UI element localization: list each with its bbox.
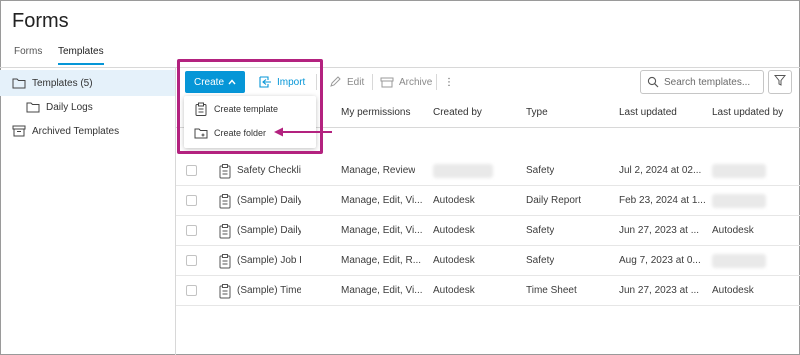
permissions-cell: Manage, Edit, R... <box>341 255 422 266</box>
created-by-cell: Autodesk <box>433 195 475 206</box>
edit-button-label: Edit <box>347 76 365 88</box>
type-cell: Safety <box>526 225 555 236</box>
toolbar-divider <box>436 74 437 90</box>
row-checkbox[interactable] <box>186 165 197 176</box>
clipboard-icon <box>218 163 232 179</box>
tab-bar: Forms Templates <box>0 44 800 68</box>
pencil-icon <box>328 75 342 89</box>
folder-plus-icon <box>194 126 208 140</box>
filter-icon <box>773 73 787 91</box>
tab-forms[interactable]: Forms <box>14 46 42 63</box>
annotation-arrow-icon <box>274 127 332 137</box>
row-checkbox[interactable] <box>186 255 197 266</box>
import-button[interactable]: Import <box>258 71 305 93</box>
archive-icon <box>12 124 26 138</box>
toolbar: Create Import Edit Archive ⋮ <box>176 68 800 98</box>
row-checkbox[interactable] <box>186 285 197 296</box>
table-row[interactable]: (Sample) Time S Manage, Edit, Vi... Auto… <box>176 276 800 306</box>
template-name[interactable]: (Sample) Job H <box>237 255 301 266</box>
menu-item-label: Create folder <box>214 128 267 138</box>
last-updated-cell: Feb 23, 2024 at 1... <box>619 195 706 206</box>
toolbar-divider <box>316 74 317 90</box>
menu-item-label: Create template <box>214 104 279 114</box>
page-title: Forms <box>12 10 69 32</box>
more-options-button[interactable]: ⋮ <box>444 71 454 93</box>
type-cell: Safety <box>526 255 555 266</box>
clipboard-icon <box>218 283 232 299</box>
column-header[interactable]: Last updated by <box>712 107 783 118</box>
search-icon <box>647 76 659 88</box>
type-cell: Safety <box>526 165 555 176</box>
toolbar-divider <box>372 74 373 90</box>
permissions-cell: Manage, Edit, Vi... <box>341 225 423 236</box>
import-icon <box>258 75 272 89</box>
created-by-cell: Autodesk <box>433 285 475 296</box>
clipboard-icon <box>218 253 232 269</box>
redacted-last-updated-by <box>712 254 766 268</box>
sidebar-item-label: Archived Templates <box>32 125 120 137</box>
redacted-last-updated-by <box>712 164 766 178</box>
table-row[interactable]: (Sample) Job H Manage, Edit, R... Autode… <box>176 246 800 276</box>
template-name[interactable]: (Sample) Time S <box>237 285 301 296</box>
sidebar-item-label: Daily Logs <box>46 101 93 113</box>
table-row[interactable]: (Sample) Daily S Manage, Edit, Vi... Aut… <box>176 216 800 246</box>
redacted-last-updated-by <box>712 194 766 208</box>
import-button-label: Import <box>277 76 306 88</box>
clipboard-icon <box>218 193 232 209</box>
sidebar-item-templates[interactable]: Templates (5) <box>0 70 175 96</box>
permissions-cell: Manage, Edit, Vi... <box>341 195 423 206</box>
sidebar-item-label: Templates (5) <box>32 77 93 89</box>
create-button[interactable]: Create <box>185 71 245 93</box>
sidebar-item-daily-logs[interactable]: Daily Logs <box>0 94 175 120</box>
chevron-up-icon <box>228 78 236 86</box>
search-input[interactable] <box>664 76 760 88</box>
permissions-cell: Manage, Review <box>341 165 416 176</box>
folder-icon <box>26 100 40 114</box>
column-header[interactable]: Created by <box>433 107 482 118</box>
create-button-label: Create <box>194 76 225 88</box>
menu-item-create-template[interactable]: Create template <box>184 97 316 121</box>
folder-icon <box>12 76 26 90</box>
last-updated-by-cell: Autodesk <box>712 285 754 296</box>
clipboard-icon <box>218 223 232 239</box>
template-name[interactable]: (Sample) Daily S <box>237 225 301 236</box>
last-updated-cell: Jun 27, 2023 at ... <box>619 225 700 236</box>
created-by-cell: Autodesk <box>433 255 475 266</box>
table-row[interactable]: Safety Checklist Manage, Review Safety J… <box>176 156 800 186</box>
edit-button[interactable]: Edit <box>328 71 364 93</box>
permissions-cell: Manage, Edit, Vi... <box>341 285 423 296</box>
search-field[interactable] <box>640 70 764 94</box>
last-updated-cell: Aug 7, 2023 at 0... <box>619 255 701 266</box>
clipboard-icon <box>194 102 208 116</box>
type-cell: Time Sheet <box>526 285 577 296</box>
type-cell: Daily Report <box>526 195 582 206</box>
filter-button[interactable] <box>768 70 792 94</box>
redacted-created-by <box>433 164 493 178</box>
column-header[interactable]: Last updated <box>619 107 677 118</box>
tab-templates[interactable]: Templates <box>58 46 104 65</box>
column-header[interactable]: My permissions <box>341 107 410 118</box>
more-vertical-icon: ⋮ <box>444 76 454 88</box>
archive-button[interactable]: Archive <box>380 71 432 93</box>
created-by-cell: Autodesk <box>433 225 475 236</box>
table-row[interactable]: (Sample) Daily Manage, Edit, Vi... Autod… <box>176 186 800 216</box>
template-name[interactable]: (Sample) Daily <box>237 195 301 206</box>
last-updated-by-cell: Autodesk <box>712 225 754 236</box>
last-updated-cell: Jul 2, 2024 at 02... <box>619 165 702 176</box>
sidebar-item-archived-templates[interactable]: Archived Templates <box>0 118 175 144</box>
archive-icon <box>380 75 394 89</box>
column-header[interactable]: Type <box>526 107 548 118</box>
template-name[interactable]: Safety Checklist <box>237 165 301 176</box>
archive-button-label: Archive <box>399 76 433 88</box>
row-checkbox[interactable] <box>186 195 197 206</box>
last-updated-cell: Jun 27, 2023 at ... <box>619 285 700 296</box>
sidebar: Templates (5) Daily Logs Archived Templa… <box>0 68 176 355</box>
row-checkbox[interactable] <box>186 225 197 236</box>
